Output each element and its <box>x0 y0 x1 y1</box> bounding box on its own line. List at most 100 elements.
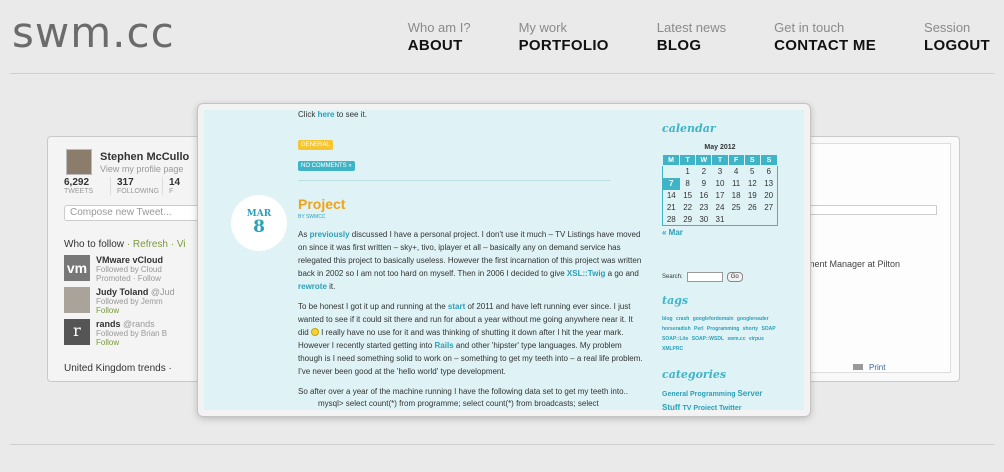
follow-suggestion: r rands @rands Followed by Brian B Follo… <box>64 319 216 347</box>
follow-link: Follow <box>96 306 120 315</box>
category-link: Uncategorize <box>662 414 775 416</box>
text-field <box>807 205 937 215</box>
category-link: TV Project <box>682 405 720 412</box>
suggestion-name: rands @rands <box>96 319 155 329</box>
nav-label[interactable]: ABOUT <box>408 37 471 54</box>
calendar-day-header: S <box>743 154 761 166</box>
stat-value: 6,292 <box>64 177 90 188</box>
post-body: As previously discussed I have a persona… <box>298 228 644 405</box>
nav-sub: Who am I? <box>407 20 471 35</box>
tag-link: shorty <box>742 326 759 332</box>
calendar-day: 31 <box>715 214 725 224</box>
click-suffix: to see it. <box>334 110 367 119</box>
linkedin-screenshot-panel[interactable]: ment Manager at Pilton Print <box>800 136 960 382</box>
calendar-day: 12 <box>747 179 757 188</box>
tag-link: SOAP <box>761 326 776 332</box>
search-button: Go <box>726 272 743 282</box>
calendar-week: 7 8 9 10 11 12 13 <box>662 177 778 190</box>
calendar-day: 24 <box>715 203 725 212</box>
category-link: Server <box>737 389 763 398</box>
comments-tag: NO COMMENTS » <box>298 161 355 171</box>
calendar-day: 20 <box>764 191 774 200</box>
suggestion-followed-by: Followed by Brian B <box>96 329 168 338</box>
calendar-day: 25 <box>731 203 741 212</box>
post-paragraph: So after over a year of the machine runn… <box>298 387 628 396</box>
calendar-prev-link: « Mar <box>662 228 683 237</box>
previously-link: previously <box>309 230 350 239</box>
twitter-profile: Stephen McCullo View my profile page <box>58 145 208 205</box>
suggestion-display-name: rands <box>96 319 121 329</box>
search-label: Search: <box>662 274 683 280</box>
rewrote-link: rewrote <box>298 282 327 291</box>
tags-heading: tags <box>662 294 689 307</box>
calendar-day <box>663 166 680 178</box>
calendar-widget: May 2012 MTWTFSS 1 2 3 4 5 6 7 8 9 10 11 12 13 14 15 16… <box>661 144 779 237</box>
calendar-heading: calendar <box>662 122 716 135</box>
who-to-follow-heading: Who to follow · Refresh · Vi <box>64 239 186 250</box>
categories-heading: categories <box>662 368 727 381</box>
nav-item-logout[interactable]: Session LOGOUT <box>924 20 990 54</box>
print-link: Print <box>853 363 885 372</box>
calendar-day: 4 <box>733 167 739 177</box>
header-divider <box>10 73 994 74</box>
stat-label: TWEETS <box>64 188 94 195</box>
nav-label[interactable]: CONTACT ME <box>774 37 876 54</box>
suggestion-handle: @rands <box>123 319 155 329</box>
footer-divider <box>10 444 994 445</box>
nav-item-blog[interactable]: Latest news BLOG <box>657 20 726 54</box>
nav-item-portfolio[interactable]: My work PORTFOLIO <box>519 20 609 54</box>
nav-item-contact[interactable]: Get in touch CONTACT ME <box>774 20 876 54</box>
text: To be honest I got it up and running at … <box>298 302 448 311</box>
calendar-day: 18 <box>731 191 741 200</box>
tag-link: horseradish <box>662 326 691 332</box>
category-link: Stuff <box>662 403 683 412</box>
suggestion-name: Judy Toland @Jud <box>96 287 175 297</box>
trends-heading: United Kingdom trends · <box>64 363 172 374</box>
tag-link: XMLPRC <box>662 346 684 352</box>
date-month: MAR <box>246 209 272 219</box>
tag-link: Programming <box>706 326 740 332</box>
calendar-header-row: MTWTFSS <box>661 154 779 166</box>
nav-label[interactable]: BLOG <box>657 37 726 54</box>
calendar-day: 13 <box>764 179 774 188</box>
calendar-day: 19 <box>747 191 757 200</box>
follow-link: Follow <box>96 338 120 347</box>
nav-item-about[interactable]: Who am I? ABOUT <box>408 20 471 54</box>
avatar: r <box>64 319 90 345</box>
twitter-name: Stephen McCullo <box>100 151 190 163</box>
avatar: vm <box>64 255 90 281</box>
category-list: General Programming Server Stuff TV Proj… <box>662 386 782 416</box>
site-logo[interactable]: swm.cc <box>12 8 175 57</box>
twitter-stats: 6,292 TWEETS 317 FOLLOWING 14 F <box>58 177 214 195</box>
calendar-day: 2 <box>701 167 707 177</box>
here-link: here <box>317 110 335 119</box>
twitter-screenshot-panel[interactable]: Stephen McCullo View my profile page 6,2… <box>47 136 217 382</box>
nav-label[interactable]: PORTFOLIO <box>519 37 609 54</box>
calendar-day <box>744 214 760 226</box>
job-title-text: ment Manager at Pilton <box>807 259 901 269</box>
tag-link: SOAP::Lite <box>662 336 689 342</box>
nav-label[interactable]: LOGOUT <box>924 37 990 54</box>
calendar-table: MTWTFSS 1 2 3 4 5 6 7 8 9 10 11 12 13 14 15 16 17 18 19 20 2… <box>661 154 779 226</box>
blog-screenshot-panel[interactable]: Click here to see it. GENERAL NO COMMENT… <box>198 104 810 416</box>
calendar-day: 30 <box>699 214 709 224</box>
tag-link: swm.cc <box>727 336 746 342</box>
calendar-body: 1 2 3 4 5 6 7 8 9 10 11 12 13 14 15 16 17 18 19 20 21 22 23 24 2… <box>662 166 778 226</box>
nav-sub: Get in touch <box>774 20 845 35</box>
calendar-day: 29 <box>683 214 693 224</box>
text: As <box>298 230 310 239</box>
nav-sub: My work <box>518 20 567 35</box>
nav-sub: Latest news <box>656 20 727 35</box>
post-paragraph: As previously discussed I have a persona… <box>298 228 644 293</box>
calendar-week: 28 29 30 31 <box>663 214 778 226</box>
calendar-month: May 2012 <box>704 144 736 151</box>
post-byline: BY SWMCC <box>298 214 326 220</box>
avatar <box>66 149 92 175</box>
suggestion-followed-by: Followed by Jemm <box>96 297 163 306</box>
calendar-day: 3 <box>717 167 723 177</box>
calendar-day: 28 <box>666 214 676 224</box>
tag-link: virpus <box>748 336 764 342</box>
stat-tweets: 6,292 TWEETS <box>58 177 110 195</box>
stat-following: 317 FOLLOWING <box>110 177 162 195</box>
date-day: 8 <box>253 217 265 237</box>
